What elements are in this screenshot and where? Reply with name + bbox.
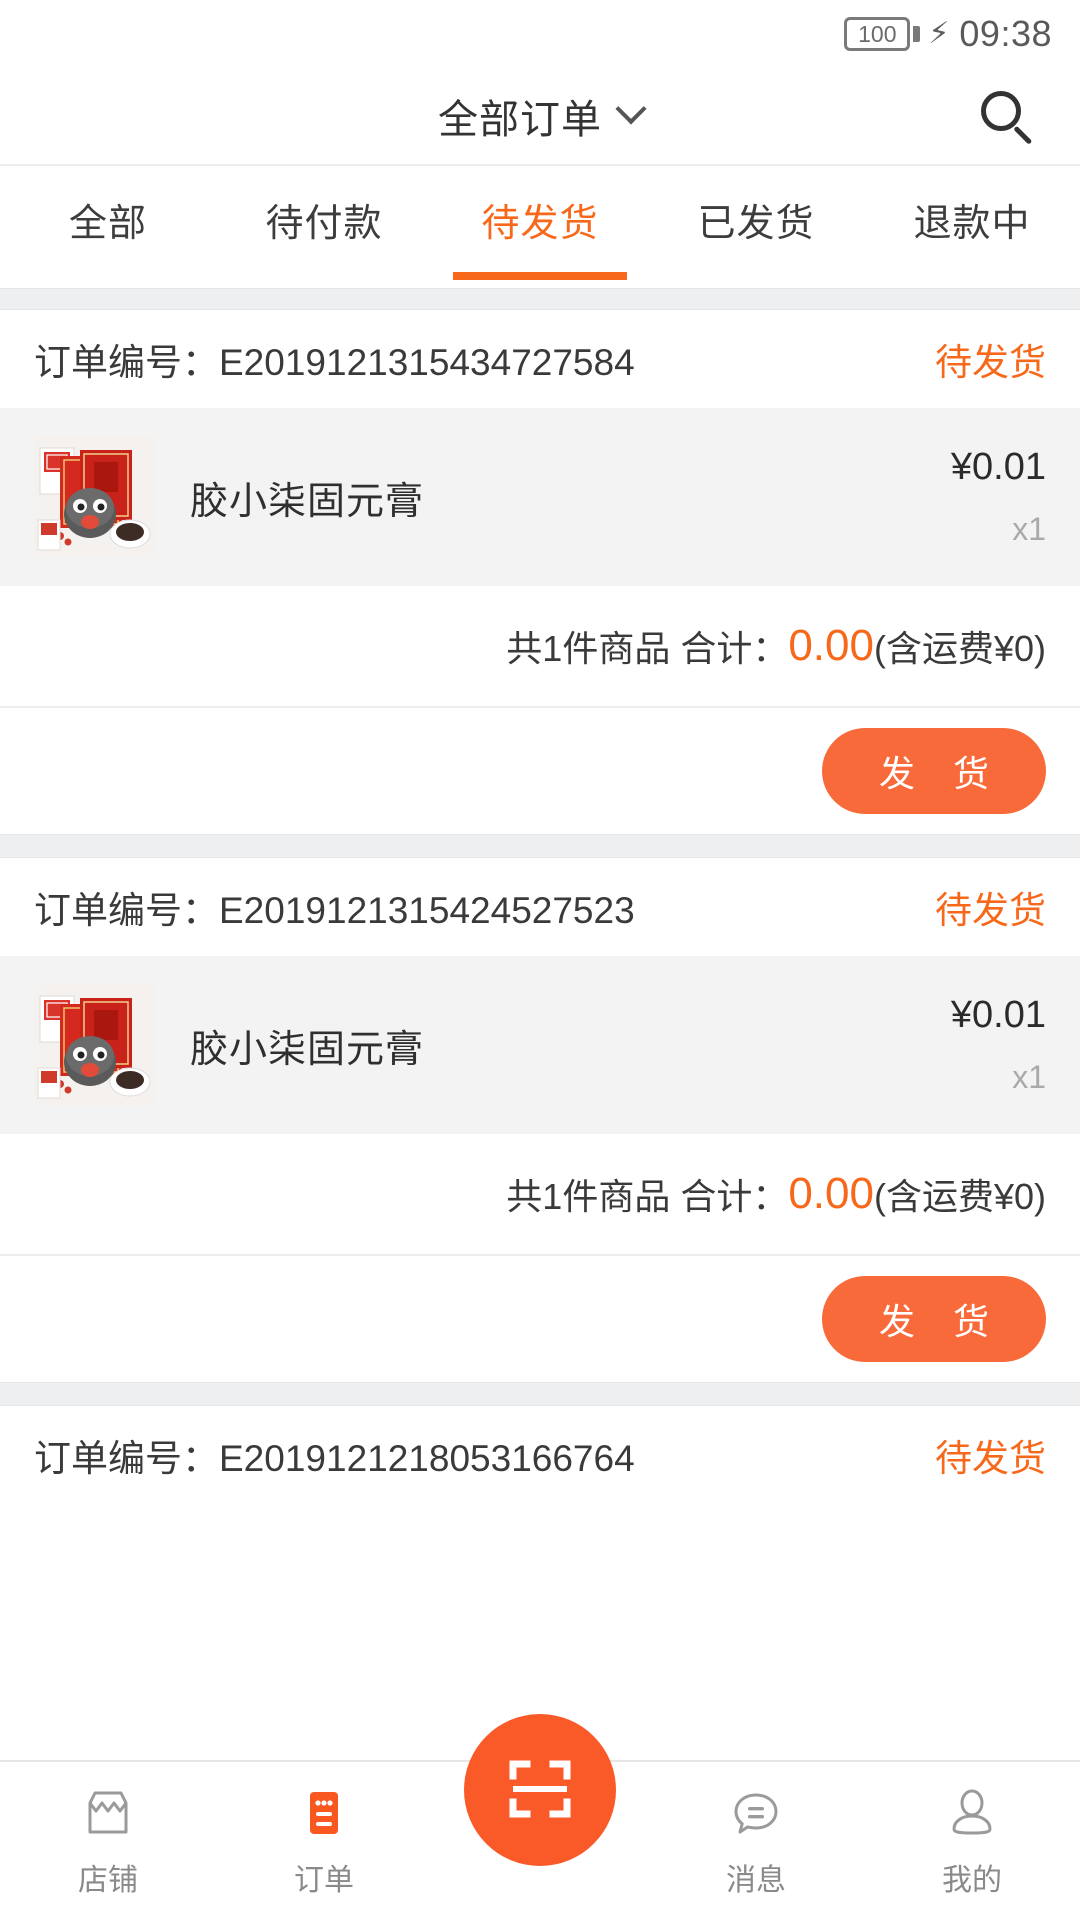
tab-pending-payment[interactable]: 待付款 (216, 166, 432, 288)
product-quantity: x1 (1012, 1059, 1046, 1095)
order-status-tabs: 全部 待付款 待发货 已发货 退款中 (0, 166, 1080, 288)
status-badge: 待发货 (935, 1438, 1046, 1479)
product-title: 胶小柒固元膏 (190, 480, 425, 523)
order-separator (0, 1382, 1080, 1406)
nav-item-messages[interactable]: 消息 (648, 1762, 864, 1920)
totals-prefix: 共1件商品 合计： (506, 628, 789, 669)
order-filter-dropdown[interactable]: 全部订单 (438, 87, 647, 145)
order-number-value: E2019121315424527523 (219, 890, 635, 931)
tab-refunding[interactable]: 退款中 (864, 166, 1080, 288)
status-bar-clock: 09:38 (959, 13, 1052, 54)
chat-bubble-icon (728, 1785, 784, 1841)
order-product-row[interactable]: 胶小柒固元膏 ¥0.01 x1 (0, 956, 1080, 1134)
product-title: 胶小柒固元膏 (190, 1028, 425, 1071)
battery-cap (913, 26, 921, 42)
nav-label: 店铺 (78, 1864, 138, 1897)
product-thumbnail (34, 984, 156, 1106)
order-header: 订单编号：E2019121315434727584 待发货 (0, 310, 1080, 408)
product-thumbnail (34, 436, 156, 558)
page-title: 全部订单 (438, 98, 602, 142)
tab-indicator (453, 272, 627, 280)
order-separator (0, 834, 1080, 858)
nav-item-profile[interactable]: 我的 (864, 1762, 1080, 1920)
store-icon (80, 1785, 136, 1841)
totals-amount: 0.00 (788, 1169, 874, 1218)
order-number-row: 订单编号：E2019121218053166764 (34, 1428, 635, 1482)
order-card[interactable]: 订单编号：E2019121315434727584 待发货 胶小柒固元膏 ¥0.… (0, 310, 1080, 834)
totals-shipping-note: (含运费¥0) (873, 1176, 1046, 1217)
bottom-navigation: 店铺 订单 消息 我的 (0, 1714, 1080, 1920)
ship-button[interactable]: 发 货 (822, 728, 1046, 814)
order-number-row: 订单编号：E2019121315424527523 (34, 880, 635, 934)
order-actions: 发 货 (0, 708, 1080, 834)
product-price: ¥0.01 (950, 994, 1046, 1036)
page-header: 全部订单 (0, 68, 1080, 166)
totals-prefix: 共1件商品 合计： (506, 1176, 789, 1217)
status-badge: 待发货 (935, 342, 1046, 383)
tab-label: 已发货 (697, 203, 815, 245)
order-totals-row: 共1件商品 合计： 0.00 (含运费¥0) (0, 586, 1080, 708)
battery-level-text: 100 (844, 17, 911, 51)
status-bar: 100 ⚡ 09:38 (0, 0, 1080, 68)
tab-label: 待发货 (481, 203, 599, 245)
tab-label: 待付款 (265, 203, 383, 245)
person-icon (944, 1785, 1000, 1841)
order-header: 订单编号：E2019121218053166764 待发货 (0, 1406, 1080, 1504)
tab-shipped[interactable]: 已发货 (648, 166, 864, 288)
product-price-block: ¥0.01 x1 (951, 446, 1046, 548)
order-list-screen: 100 ⚡ 09:38 全部订单 全部 待付款 待发货 已发货 退款中 订单编号… (0, 0, 1080, 1920)
order-number-value: E2019121315434727584 (219, 342, 635, 383)
order-card[interactable]: 订单编号：E2019121218053166764 待发货 (0, 1406, 1080, 1504)
order-list-icon (296, 1785, 352, 1841)
order-number-value: E2019121218053166764 (219, 1438, 635, 1479)
order-number-label: 订单编号： (34, 342, 219, 383)
search-icon (981, 91, 1033, 145)
order-product-row[interactable]: 胶小柒固元膏 ¥0.01 x1 (0, 408, 1080, 586)
order-card[interactable]: 订单编号：E2019121315424527523 待发货 胶小柒固元膏 ¥0.… (0, 858, 1080, 1382)
scan-qr-icon (503, 1752, 577, 1829)
order-list: 订单编号：E2019121315434727584 待发货 胶小柒固元膏 ¥0.… (0, 310, 1080, 1504)
nav-label: 订单 (294, 1864, 354, 1897)
chevron-down-icon (615, 93, 647, 125)
ship-button[interactable]: 发 货 (822, 1276, 1046, 1362)
nav-item-store[interactable]: 店铺 (0, 1762, 216, 1920)
tab-label: 退款中 (913, 203, 1031, 245)
product-quantity: x1 (1012, 511, 1046, 547)
order-actions: 发 货 (0, 1256, 1080, 1382)
status-badge: 待发货 (935, 890, 1046, 931)
totals-shipping-note: (含运费¥0) (873, 628, 1046, 669)
scan-fab-button[interactable] (464, 1714, 616, 1866)
order-header: 订单编号：E2019121315424527523 待发货 (0, 858, 1080, 956)
tab-label: 全部 (68, 203, 147, 245)
nav-label: 消息 (726, 1864, 786, 1897)
tab-pending-shipment[interactable]: 待发货 (432, 166, 648, 288)
order-number-label: 订单编号： (34, 890, 219, 931)
product-price: ¥0.01 (950, 446, 1046, 488)
order-totals-row: 共1件商品 合计： 0.00 (含运费¥0) (0, 1134, 1080, 1256)
charging-bolt-icon: ⚡ (928, 17, 950, 50)
nav-label: 我的 (942, 1864, 1002, 1897)
order-number-label: 订单编号： (34, 1438, 219, 1479)
product-price-block: ¥0.01 x1 (951, 994, 1046, 1096)
search-button[interactable] (970, 80, 1042, 152)
totals-amount: 0.00 (788, 621, 874, 670)
order-number-row: 订单编号：E2019121315434727584 (34, 332, 635, 386)
nav-item-orders[interactable]: 订单 (216, 1762, 432, 1920)
tabs-bottom-divider (0, 288, 1080, 310)
tab-all[interactable]: 全部 (0, 166, 216, 288)
battery-icon: 100 (844, 17, 921, 51)
